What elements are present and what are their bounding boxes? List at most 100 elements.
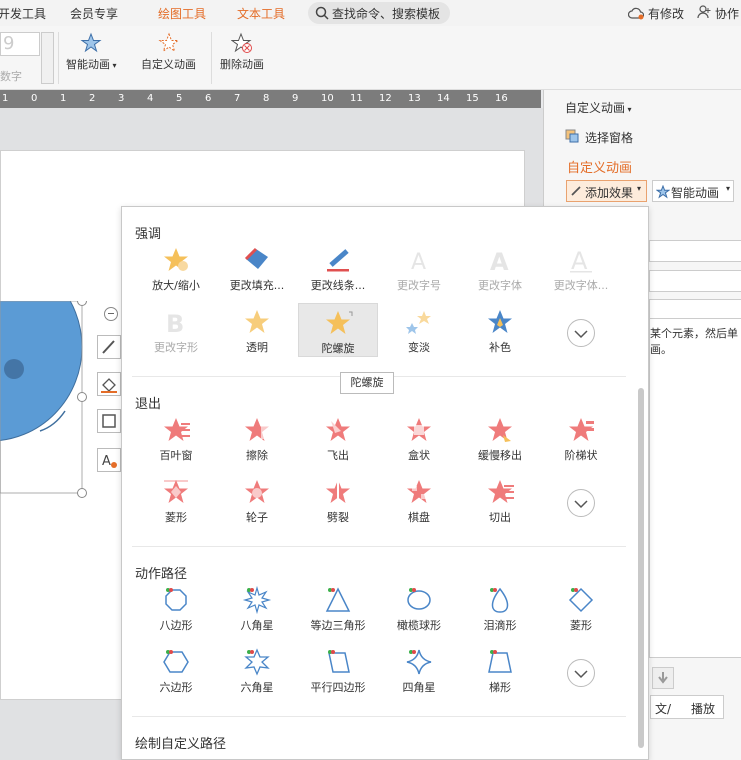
pane-field-1[interactable] [649, 240, 741, 262]
path-effect-item[interactable]: 八角星 [217, 581, 297, 635]
ruler-tick: 3 [118, 93, 125, 104]
fill-icon[interactable] [97, 372, 121, 396]
exit-effect-item[interactable]: 切出 [460, 473, 540, 527]
tab-member[interactable]: 会员专享 [70, 5, 118, 22]
exit-effect-item[interactable]: 菱形 [136, 473, 216, 527]
exit-effect-item[interactable]: 飞出 [298, 411, 378, 465]
emphasis-effect-label: 更改字体 [478, 279, 522, 292]
add-effect-gallery: 强调 退出 动作路径 绘制自定义路径 放大/缩小 更改填充... 更改线条... A 更… [121, 206, 649, 760]
path-effect-icon [328, 650, 350, 673]
play-button[interactable]: 文/ 播放 [650, 695, 724, 719]
emphasis-effect-label: 更改字形 [154, 341, 198, 354]
text-effect-icon[interactable]: A [97, 448, 121, 472]
path-effect-item[interactable]: 泪滴形 [460, 581, 540, 635]
exit-effect-icon [164, 480, 188, 503]
emphasis-effect-item[interactable]: B 更改字形 [136, 303, 216, 357]
more-path-button[interactable] [567, 659, 595, 687]
exit-effect-label: 飞出 [327, 449, 349, 462]
emphasis-effect-item[interactable]: 补色 [460, 303, 540, 357]
gallery-scrollbar[interactable] [638, 388, 644, 748]
exit-effect-icon [407, 418, 431, 441]
emphasis-effect-icon [326, 311, 353, 334]
pen-icon [571, 186, 581, 196]
emphasis-effect-item[interactable]: A 更改字号 [379, 241, 459, 295]
emphasis-effect-item[interactable]: 透明 [217, 303, 297, 357]
path-effect-icon [244, 648, 270, 676]
emphasis-effect-item[interactable]: 陀螺旋 [298, 303, 378, 357]
path-effect-item[interactable]: 六边形 [136, 643, 216, 697]
ruler-tick: 1 [2, 93, 9, 104]
outline-icon[interactable] [97, 409, 121, 433]
exit-effect-item[interactable]: 百叶窗 [136, 411, 216, 465]
emphasis-effect-item[interactable]: A 更改字体... [541, 241, 621, 295]
exit-effect-item[interactable]: 盒状 [379, 411, 459, 465]
animation-list[interactable]: 某个元素，然后单 画。 [649, 318, 741, 658]
section-emphasis: 强调 [135, 227, 162, 242]
smart-animation-button[interactable]: 智能动画 ▾ [66, 32, 117, 72]
exit-effect-icon [407, 480, 431, 503]
pane-title-dropdown[interactable]: 自定义动画 ▾ [565, 99, 632, 116]
exit-effect-item[interactable]: 劈裂 [298, 473, 378, 527]
path-effect-item[interactable]: 梯形 [460, 643, 540, 697]
emphasis-effect-item[interactable]: 放大/缩小 [136, 241, 216, 295]
path-effect-icon [568, 587, 594, 613]
path-effect-item[interactable]: 等边三角形 [298, 581, 378, 635]
emphasis-effect-item[interactable]: 更改填充... [217, 241, 297, 295]
pane-smart-animation-button[interactable]: 智能动画 ▾ [652, 180, 734, 202]
more-exit-button[interactable] [567, 489, 595, 517]
selection-pane-link[interactable]: 选择窗格 [585, 129, 633, 146]
path-effect-item[interactable]: 平行四边形 [298, 643, 378, 697]
collaborate-button[interactable]: 协作 [715, 5, 739, 22]
path-effect-label: 橄榄球形 [397, 619, 441, 632]
tab-text-tools[interactable]: 文本工具 [237, 5, 285, 22]
modified-status[interactable]: 有修改 [648, 5, 684, 22]
pane-field-2[interactable] [649, 270, 741, 292]
svg-text:A: A [102, 454, 111, 469]
brush-icon[interactable] [97, 335, 121, 359]
emphasis-effect-item[interactable]: A 更改字体 [460, 241, 540, 295]
svg-text:A: A [571, 247, 588, 275]
path-effect-item[interactable]: 四角星 [379, 643, 459, 697]
emphasis-effect-icon: A [490, 248, 509, 275]
exit-effect-item[interactable]: 缓慢移出 [460, 411, 540, 465]
exit-effect-icon [164, 418, 190, 441]
svg-text:A: A [490, 248, 509, 275]
search-box[interactable]: 查找命令、搜索模板 [308, 2, 450, 24]
user-icon [697, 5, 711, 19]
exit-effect-icon [569, 418, 594, 441]
path-effect-label: 六角星 [240, 681, 274, 694]
emphasis-effect-item[interactable]: 更改线条... [298, 241, 378, 295]
path-effect-item[interactable]: 菱形 [541, 581, 621, 635]
ruler-tick: 1 [60, 93, 67, 104]
exit-effect-item[interactable]: 擦除 [217, 411, 297, 465]
emphasis-effect-label: 补色 [489, 341, 511, 354]
exit-effect-label: 擦除 [246, 449, 268, 462]
path-effect-item[interactable]: 六角星 [217, 643, 297, 697]
exit-effect-item[interactable]: 棋盘 [379, 473, 459, 527]
horizontal-ruler: 1 0 1 2 3 4 5 6 7 8 9 10 11 12 13 14 15 16 [0, 90, 541, 108]
exit-effect-item[interactable]: 轮子 [217, 473, 297, 527]
number-spinner[interactable]: 9 [0, 32, 40, 56]
more-emphasis-button[interactable] [567, 319, 595, 347]
exit-effect-item[interactable]: 阶梯状 [541, 411, 621, 465]
emphasis-effect-item[interactable]: 变淡 [379, 303, 459, 357]
spinner-arrows[interactable] [41, 32, 54, 84]
path-effect-item[interactable]: 橄榄球形 [379, 581, 459, 635]
path-effect-label: 四角星 [402, 681, 436, 694]
add-effect-button[interactable]: 添加效果 ▾ [566, 180, 647, 202]
path-effect-label: 六边形 [159, 681, 193, 694]
selection-pane-icon [565, 129, 579, 143]
path-effect-label: 平行四边形 [310, 681, 366, 694]
ruler-tick: 9 [292, 93, 299, 104]
collapse-icon[interactable] [104, 307, 118, 321]
smart-animation-icon [80, 32, 102, 53]
custom-animation-button[interactable]: 自定义动画 [141, 32, 196, 72]
path-effect-item[interactable]: 八边形 [136, 581, 216, 635]
delete-animation-button[interactable]: 删除动画 [220, 32, 264, 72]
tab-drawing-tools[interactable]: 绘图工具 [158, 5, 206, 22]
path-effect-label: 梯形 [489, 681, 511, 694]
tab-dev-tools[interactable]: 开发工具 [0, 5, 46, 22]
emphasis-effect-label: 更改线条... [310, 279, 366, 292]
path-effect-label: 八角星 [240, 619, 274, 632]
move-down-button[interactable] [652, 667, 674, 689]
